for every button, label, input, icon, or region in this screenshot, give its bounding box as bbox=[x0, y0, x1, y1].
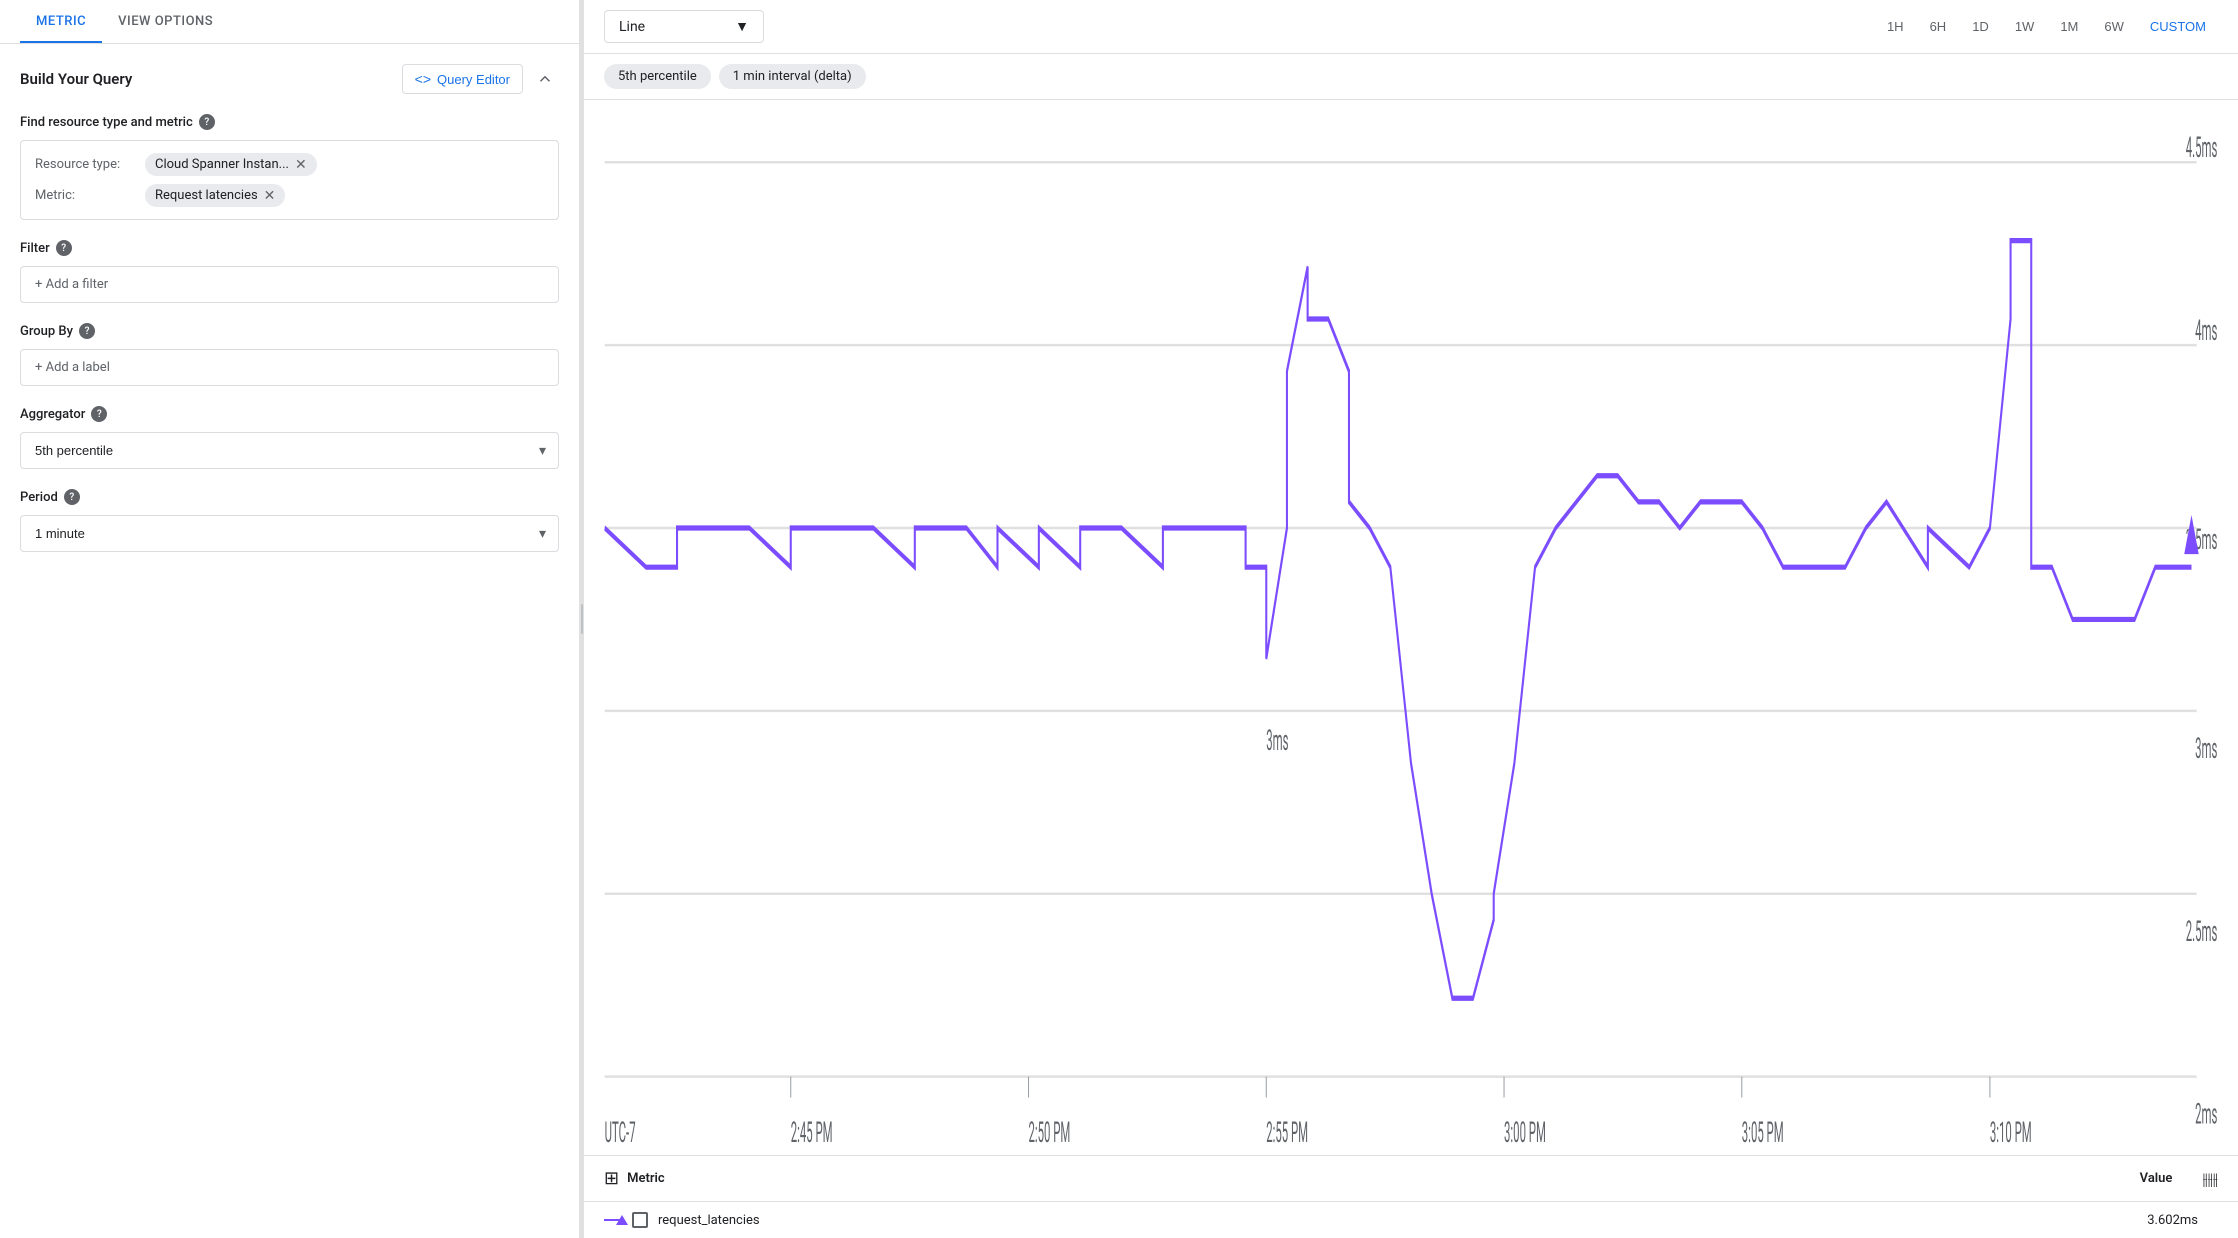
query-editor-label: Query Editor bbox=[437, 72, 510, 87]
metric-row: Metric: Request latencies ✕ bbox=[35, 184, 544, 207]
legend-metric-name: request_latencies bbox=[658, 1213, 760, 1228]
query-editor-button[interactable]: <> Query Editor bbox=[402, 64, 523, 94]
resource-type-value: Cloud Spanner Instan... bbox=[155, 157, 289, 172]
filter-label: Filter ? bbox=[20, 240, 559, 256]
chart-type-arrow-icon: ▼ bbox=[735, 18, 749, 35]
legend-checkbox[interactable] bbox=[632, 1212, 648, 1228]
metric-close-icon[interactable]: ✕ bbox=[264, 189, 276, 203]
group-by-section: Group By ? + Add a label bbox=[20, 323, 559, 386]
filter-chips-row: 5th percentile 1 min interval (delta) bbox=[584, 54, 2238, 100]
time-btn-custom[interactable]: CUSTOM bbox=[2138, 13, 2218, 40]
svg-text:3ms: 3ms bbox=[2195, 733, 2217, 766]
svg-text:2ms: 2ms bbox=[2195, 1099, 2217, 1132]
svg-text:2:45 PM: 2:45 PM bbox=[791, 1117, 833, 1150]
chart-svg: 4.5ms 4ms 3.5ms 3ms 2.5ms 2ms UTC-7 2:45… bbox=[584, 110, 2238, 1155]
period-help-icon[interactable]: ? bbox=[64, 489, 80, 505]
aggregator-section: Aggregator ? 5th percentile mean sum min… bbox=[20, 406, 559, 469]
aggregator-select-wrapper: 5th percentile mean sum min max ▾ bbox=[20, 432, 559, 469]
period-select[interactable]: 1 minute 5 minutes 10 minutes 1 hour bbox=[21, 516, 558, 551]
resource-type-row: Resource type: Cloud Spanner Instan... ✕ bbox=[35, 153, 544, 176]
aggregator-select[interactable]: 5th percentile mean sum min max bbox=[21, 433, 558, 468]
find-resource-help-icon[interactable]: ? bbox=[199, 114, 215, 130]
filter-chip-interval[interactable]: 1 min interval (delta) bbox=[719, 64, 866, 89]
legend-columns-icon[interactable]: ⫲⫲⫲ bbox=[2202, 1169, 2218, 1189]
time-btn-1h[interactable]: 1H bbox=[1875, 13, 1916, 40]
legend-value-header: Value bbox=[2140, 1171, 2173, 1186]
group-by-help-icon[interactable]: ? bbox=[79, 323, 95, 339]
svg-text:2:55 PM: 2:55 PM bbox=[1266, 1117, 1308, 1150]
time-btn-6w[interactable]: 6W bbox=[2092, 13, 2136, 40]
svg-text:3ms: 3ms bbox=[1266, 725, 1288, 758]
svg-text:3:10 PM: 3:10 PM bbox=[1990, 1117, 2032, 1150]
metric-value: Request latencies bbox=[155, 188, 258, 203]
build-query-title: Build Your Query bbox=[20, 70, 132, 88]
period-label: Period ? bbox=[20, 489, 559, 505]
chart-toolbar: Line ▼ 1H 6H 1D 1W 1M 6W CUSTOM bbox=[584, 0, 2238, 54]
group-by-label: Group By ? bbox=[20, 323, 559, 339]
time-btn-1d[interactable]: 1D bbox=[1960, 13, 2001, 40]
chart-type-select[interactable]: Line ▼ bbox=[604, 10, 764, 43]
aggregator-label: Aggregator ? bbox=[20, 406, 559, 422]
svg-text:4ms: 4ms bbox=[2195, 315, 2217, 348]
period-section: Period ? 1 minute 5 minutes 10 minutes 1… bbox=[20, 489, 559, 552]
aggregator-help-icon[interactable]: ? bbox=[91, 406, 107, 422]
svg-text:2.5ms: 2.5ms bbox=[2186, 916, 2218, 949]
find-resource-label: Find resource type and metric ? bbox=[20, 114, 559, 130]
filter-help-icon[interactable]: ? bbox=[56, 240, 72, 256]
chart-area: 4.5ms 4ms 3.5ms 3ms 2.5ms 2ms UTC-7 2:45… bbox=[584, 100, 2238, 1155]
svg-text:2:50 PM: 2:50 PM bbox=[1029, 1117, 1071, 1150]
metric-chip[interactable]: Request latencies ✕ bbox=[145, 184, 285, 207]
svg-text:UTC-7: UTC-7 bbox=[605, 1117, 636, 1150]
time-btn-1m[interactable]: 1M bbox=[2048, 13, 2090, 40]
tabs-header: METRIC VIEW OPTIONS bbox=[0, 0, 579, 44]
legend-metric-value: 3.602ms bbox=[2147, 1213, 2198, 1228]
svg-text:4.5ms: 4.5ms bbox=[2186, 132, 2218, 165]
legend-metric-header: Metric bbox=[627, 1171, 665, 1186]
resource-box: Resource type: Cloud Spanner Instan... ✕… bbox=[20, 140, 559, 220]
add-label-input[interactable]: + Add a label bbox=[20, 349, 559, 386]
chart-type-label: Line bbox=[619, 19, 645, 35]
resource-type-key: Resource type: bbox=[35, 157, 145, 172]
build-query-header: Build Your Query <> Query Editor bbox=[20, 64, 559, 94]
metric-key: Metric: bbox=[35, 188, 145, 203]
find-resource-section: Find resource type and metric ? Resource… bbox=[20, 114, 559, 220]
svg-text:3:05 PM: 3:05 PM bbox=[1742, 1117, 1784, 1150]
svg-text:3:00 PM: 3:00 PM bbox=[1504, 1117, 1546, 1150]
time-btn-1w[interactable]: 1W bbox=[2003, 13, 2047, 40]
collapse-button[interactable] bbox=[531, 65, 559, 93]
resource-type-close-icon[interactable]: ✕ bbox=[295, 158, 307, 172]
filter-chip-percentile[interactable]: 5th percentile bbox=[604, 64, 711, 89]
legend-line-marker bbox=[604, 1213, 628, 1227]
resource-type-chip[interactable]: Cloud Spanner Instan... ✕ bbox=[145, 153, 317, 176]
filter-section: Filter ? + Add a filter bbox=[20, 240, 559, 303]
time-buttons: 1H 6H 1D 1W 1M 6W CUSTOM bbox=[1875, 13, 2218, 40]
legend-row: request_latencies 3.602ms bbox=[584, 1202, 2238, 1238]
time-btn-6h[interactable]: 6H bbox=[1918, 13, 1959, 40]
code-icon: <> bbox=[415, 71, 431, 87]
legend-grid-icon: ⊞ bbox=[604, 1168, 619, 1189]
tab-view-options[interactable]: VIEW OPTIONS bbox=[102, 0, 229, 43]
tab-metric[interactable]: METRIC bbox=[20, 0, 102, 43]
chart-legend-header: ⊞ Metric Value ⫲⫲⫲ bbox=[584, 1155, 2238, 1202]
period-select-wrapper: 1 minute 5 minutes 10 minutes 1 hour ▾ bbox=[20, 515, 559, 552]
add-filter-input[interactable]: + Add a filter bbox=[20, 266, 559, 303]
